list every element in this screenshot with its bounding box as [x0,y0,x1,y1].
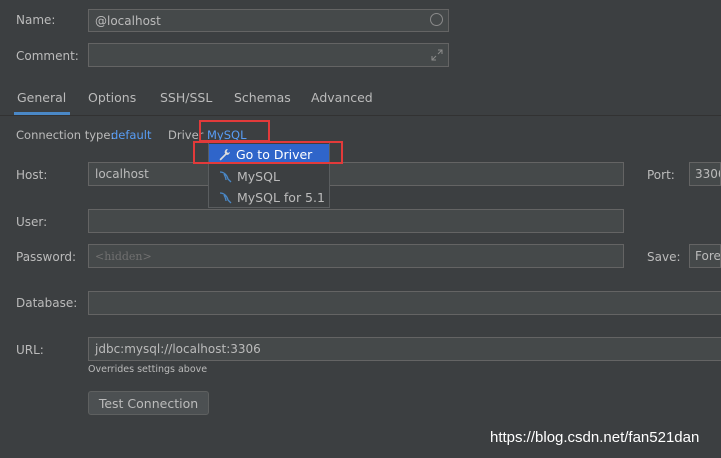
url-field[interactable]: jdbc:mysql://localhost:3306 [88,337,721,361]
name-value: @localhost [95,13,161,28]
menu-item-mysql[interactable]: MySQL [209,166,329,186]
database-field[interactable] [88,291,721,315]
tab-advanced[interactable]: Advanced [311,90,373,105]
tab-options[interactable]: Options [88,90,136,105]
user-field[interactable] [88,209,624,233]
highlight-box-driver [199,120,270,142]
password-field[interactable]: <hidden> [88,244,624,268]
tab-ssh-ssl[interactable]: SSH/SSL [160,90,212,105]
mysql-dolphin-icon [219,170,232,182]
tab-general[interactable]: General [17,90,66,105]
highlight-box-go-to-driver [193,141,343,164]
url-label: URL: [16,343,44,357]
host-label: Host: [16,168,48,182]
menu-item-mysql-5-1[interactable]: MySQL for 5.1 [209,187,329,207]
host-value: localhost [95,167,149,181]
menu-item-label: MySQL [237,168,280,184]
port-label: Port: [647,168,675,182]
expand-icon[interactable] [431,49,443,61]
password-label: Password: [16,250,77,264]
tabs-divider [0,115,721,116]
connection-type-link[interactable]: default [111,128,151,142]
menu-item-label: MySQL for 5.1 [237,189,325,205]
port-field[interactable]: 3306 [689,162,721,186]
connection-type-label: Connection type: [16,128,115,142]
color-circle-icon[interactable] [430,13,443,26]
test-connection-button[interactable]: Test Connection [88,391,209,415]
password-placeholder: <hidden> [95,249,152,263]
name-field[interactable]: @localhost [88,9,449,32]
name-label: Name: [16,13,56,27]
user-label: User: [16,215,48,229]
mysql-dolphin-icon [219,191,232,203]
save-label: Save: [647,250,681,264]
comment-field[interactable] [88,43,449,67]
tab-schemas[interactable]: Schemas [234,90,291,105]
port-value: 3306 [695,167,720,181]
save-value: Fore [695,249,721,263]
host-field[interactable]: localhost [88,162,624,186]
watermark-text: https://blog.csdn.net/fan521dan [490,429,700,446]
url-value: jdbc:mysql://localhost:3306 [95,342,261,356]
comment-label: Comment: [16,49,79,63]
url-hint: Overrides settings above [88,364,208,375]
database-label: Database: [16,296,78,310]
save-dropdown[interactable]: Fore [689,244,721,268]
